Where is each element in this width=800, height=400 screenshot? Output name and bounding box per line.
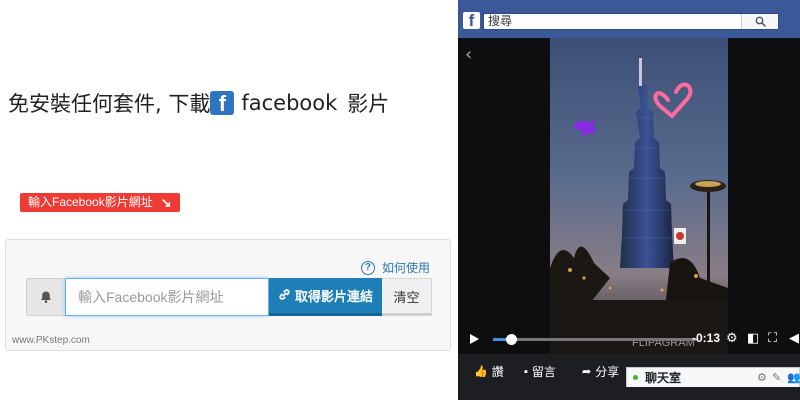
site-watermark: www.PKstep.com [12,335,90,346]
facebook-logo-icon: f [210,91,235,115]
fullscreen-icon[interactable]: ⛶ [768,332,777,346]
facebook-logo-icon[interactable]: f [463,12,480,29]
headline-suffix: 影片 [347,92,390,116]
pip-icon[interactable]: ◧ [747,332,759,346]
search-icon[interactable] [741,14,778,29]
time-remaining: -0:13 [692,331,721,345]
arrow-down-right-icon: ↘ [160,195,172,210]
link-icon [278,288,291,304]
share-arrow-icon: ➦ [582,366,592,378]
video-controls: -0:13 ⚙ ◧ ⛶ ◀ [458,326,800,352]
facebook-top-bar: f 搜尋 [458,0,800,41]
input-url-tag: 輸入Facebook影片網址 ↘ [20,193,180,212]
search-placeholder: 搜尋 [488,14,513,28]
get-video-link-label: 取得影片連結 [294,289,373,304]
gear-icon[interactable]: ⚙ [757,371,767,384]
bell-icon [26,278,65,316]
like-label: 讚 [491,365,504,379]
how-to-use-label: 如何使用 [381,261,430,275]
video-frame-taipei-101: FLIPAGRAM [550,38,728,354]
edit-icon[interactable]: ✎ [772,371,781,384]
facebook-search-input[interactable]: 搜尋 [483,13,779,30]
facebook-video-window: f 搜尋 FLIPAGRAM ‹ -0:13 ⚙ ◧ ⛶ ◀ 👍 讚 ▪ 留言 … [458,0,800,400]
chat-label: 聊天室 [645,371,682,385]
people-icon[interactable]: 👥 [787,371,800,384]
headline-prefix: 免安裝任何套件, 下載 [8,92,211,116]
page: 免安裝任何套件, 下載 f facebook 影片 輸入Facebook影片網址… [0,0,800,400]
play-icon[interactable] [470,334,479,344]
volume-icon[interactable]: ◀ [789,332,799,346]
video-player[interactable]: FLIPAGRAM ‹ [458,38,800,354]
headline-brand: facebook [241,91,338,115]
comment-button[interactable]: ▪ 留言 [524,363,556,380]
progress-bar[interactable] [493,334,698,345]
facebook-url-input[interactable] [65,278,269,316]
settings-gear-icon[interactable]: ⚙ [726,332,738,346]
share-label: 分享 [595,365,620,379]
thumbs-up-icon: 👍 [474,366,488,378]
share-button[interactable]: ➦ 分享 [582,363,619,380]
page-headline: 免安裝任何套件, 下載 f facebook 影片 [8,88,389,118]
question-circle-icon: ? [360,260,375,275]
clear-button[interactable]: 清空 [382,278,432,316]
comment-icon: ▪ [524,365,528,378]
back-chevron-icon[interactable]: ‹ [465,44,472,65]
online-status-icon [633,375,638,380]
url-input-group: 取得影片連結 清空 [26,278,432,316]
comment-label: 留言 [531,365,556,379]
tag-label: 輸入Facebook影片網址 [28,195,153,209]
chat-tab[interactable]: 聊天室 ⚙ ✎ 👥 [626,367,800,387]
get-video-link-button[interactable]: 取得影片連結 [269,278,382,316]
progress-knob[interactable] [506,334,518,345]
how-to-use-link[interactable]: ? 如何使用 [360,259,430,276]
like-button[interactable]: 👍 讚 [474,363,504,380]
downloader-panel: ? 如何使用 取得影片連結 清 [5,239,451,351]
